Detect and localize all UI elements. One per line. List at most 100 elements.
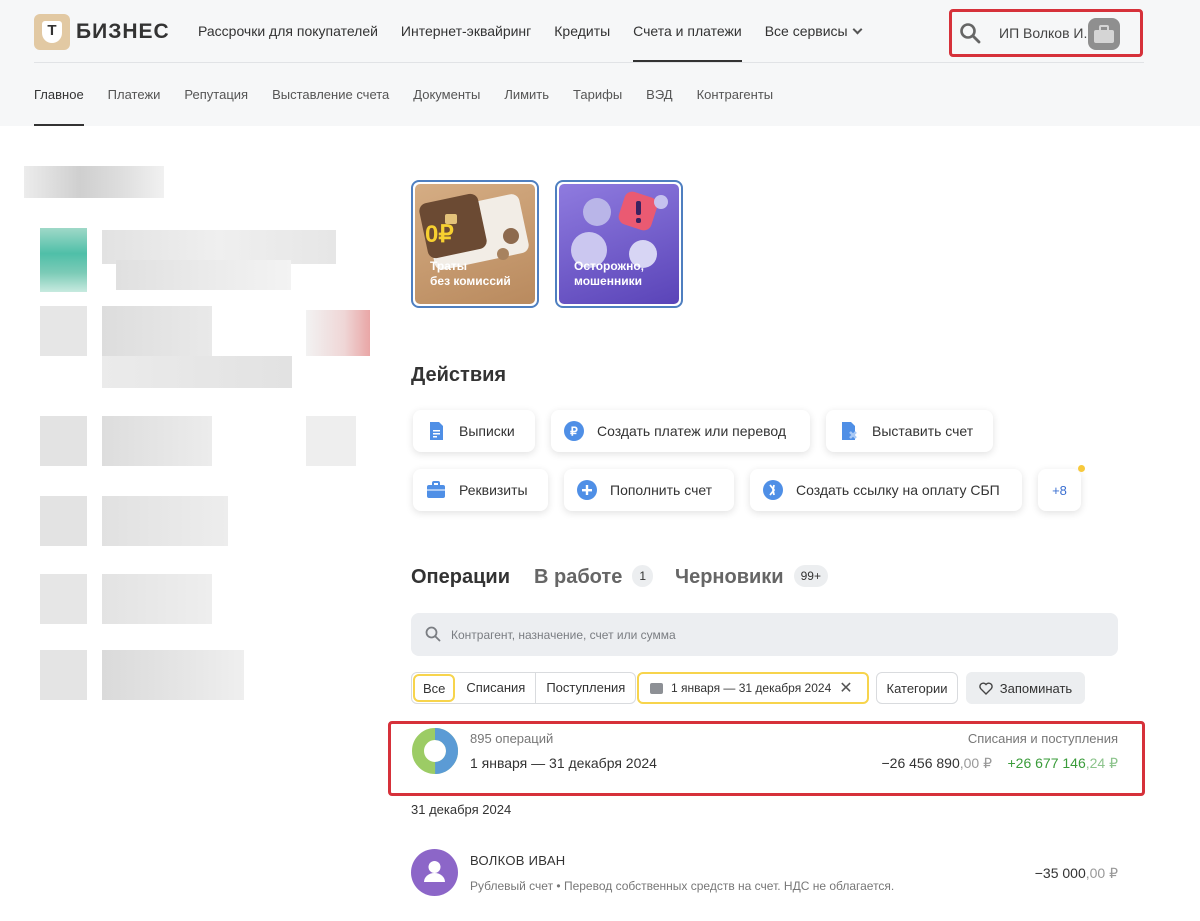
subnav-documents[interactable]: Документы	[413, 63, 480, 126]
operations-summary[interactable]: 895 операций 1 января — 31 декабря 2024 …	[388, 721, 1145, 796]
more-actions-button[interactable]: +8	[1038, 465, 1085, 511]
direction-filter: Все Списания Поступления	[411, 672, 637, 704]
operation-amount: −35 000,00 ₽	[1035, 865, 1118, 882]
filter-all[interactable]: Все	[413, 674, 456, 702]
subnav-main[interactable]: Главное	[34, 63, 84, 126]
topnav-credits[interactable]: Кредиты	[554, 0, 610, 62]
story-caption-line-1: Осторожно,	[574, 259, 644, 273]
topnav-all-services[interactable]: Все сервисы	[764, 0, 863, 62]
day-header: 31 декабря 2024	[411, 802, 512, 817]
story-card-no-commission[interactable]: 0₽ Траты без комиссий	[411, 180, 539, 308]
total-debits-cents: ,00 ₽	[959, 755, 992, 771]
subnav-counterparties[interactable]: Контрагенты	[697, 63, 774, 126]
summary-donut-chart	[412, 728, 458, 774]
search-input[interactable]	[451, 613, 1101, 656]
requisites-button[interactable]: Реквизиты	[413, 469, 548, 511]
create-payment-button[interactable]: ₽ Создать платеж или перевод	[551, 410, 810, 452]
search-icon[interactable]	[959, 22, 981, 44]
story-caption: Траты без комиссий	[430, 259, 511, 289]
story-caption-line-1: Траты	[430, 259, 468, 273]
briefcase-avatar-icon	[1094, 25, 1114, 43]
create-payment-label: Создать платеж или перевод	[597, 423, 787, 439]
requisites-label: Реквизиты	[459, 482, 528, 498]
top-navigation: Рассрочки для покупателей Интернет-эквай…	[198, 0, 863, 62]
sub-navigation: Главное Платежи Репутация Выставление сч…	[34, 63, 773, 126]
total-credits-cents: ,24 ₽	[1085, 755, 1118, 771]
total-credits: +26 677 146,24 ₽	[1007, 755, 1118, 772]
statements-label: Выписки	[459, 423, 515, 439]
svg-text:₽: ₽	[570, 425, 578, 439]
topnav-installments[interactable]: Рассрочки для покупателей	[198, 0, 378, 62]
issue-invoice-label: Выставить счет	[872, 423, 974, 439]
brand-logo[interactable]: T БИЗНЕС	[34, 14, 170, 50]
top-up-label: Пополнить счет	[610, 482, 713, 498]
actions-title: Действия	[411, 364, 507, 386]
operation-description: Рублевый счет • Перевод собственных сред…	[470, 879, 895, 893]
subnav-invoicing[interactable]: Выставление счета	[272, 63, 389, 126]
tab-operations[interactable]: Операции	[411, 566, 510, 589]
zero-ruble-badge: 0₽	[425, 221, 454, 248]
filter-debits[interactable]: Списания	[456, 673, 537, 703]
operations-search	[411, 613, 1118, 656]
summary-range: 1 января — 31 декабря 2024	[470, 755, 657, 771]
brand-name: БИЗНЕС	[76, 20, 170, 43]
subnav-ved[interactable]: ВЭД	[646, 63, 672, 126]
plus-icon	[577, 480, 597, 500]
total-credits-main: +26 677 146	[1007, 755, 1086, 771]
invoice-icon	[842, 422, 857, 440]
tab-in-progress[interactable]: В работе	[534, 566, 622, 589]
operations-count: 895 операций	[470, 731, 554, 746]
statements-button[interactable]: Выписки	[413, 410, 535, 452]
sbp-icon	[763, 480, 783, 500]
top-header: T БИЗНЕС Рассрочки для покупателей Интер…	[0, 0, 1200, 126]
filter-credits[interactable]: Поступления	[536, 673, 635, 703]
operation-amount-cents: ,00 ₽	[1085, 865, 1118, 881]
story-caption: Осторожно, мошенники	[574, 259, 644, 289]
close-icon[interactable]: ✕	[839, 678, 852, 698]
categories-button[interactable]: Категории	[876, 672, 958, 704]
sbp-link-button[interactable]: Создать ссылку на оплату СБП	[750, 469, 1022, 511]
tab-drafts[interactable]: Черновики	[675, 566, 784, 589]
operation-title: ВОЛКОВ ИВАН	[470, 853, 566, 868]
chevron-down-icon	[852, 24, 863, 35]
summary-label: Списания и поступления	[967, 731, 1118, 746]
issue-invoice-button[interactable]: Выставить счет	[826, 410, 993, 452]
topnav-all-services-label: Все сервисы	[764, 23, 848, 39]
avatar[interactable]	[1088, 18, 1120, 50]
subnav-tariffs[interactable]: Тарифы	[573, 63, 622, 126]
ruble-icon: ₽	[564, 421, 584, 441]
heart-icon	[979, 681, 993, 695]
document-icon	[430, 422, 443, 440]
remember-label: Запоминать	[999, 680, 1073, 696]
remember-button[interactable]: Запоминать	[966, 672, 1085, 704]
search-icon	[425, 626, 441, 642]
subnav-payments[interactable]: Платежи	[108, 63, 161, 126]
user-name[interactable]: ИП Волков И.	[999, 25, 1087, 41]
drafts-count-badge: 99+	[793, 564, 828, 587]
topnav-accounts-payments[interactable]: Счета и платежи	[633, 0, 742, 62]
user-area-highlight: ИП Волков И.	[949, 9, 1143, 57]
subnav-limit[interactable]: Лимить	[504, 63, 549, 126]
date-range-chip[interactable]: 1 января — 31 декабря 2024 ✕	[637, 672, 869, 704]
story-card-fraud[interactable]: Осторожно, мошенники	[555, 180, 683, 308]
logo-badge-icon: T	[34, 14, 70, 50]
more-actions-label: +8	[1052, 482, 1067, 498]
sbp-link-label: Создать ссылку на оплату СБП	[796, 482, 1000, 498]
operation-amount-main: −35 000	[1034, 865, 1086, 881]
top-up-button[interactable]: Пополнить счет	[564, 469, 734, 511]
total-debits: −26 456 890,00 ₽	[881, 755, 992, 772]
person-icon	[424, 861, 445, 882]
avatar	[411, 849, 458, 896]
story-caption-line-2: без комиссий	[430, 274, 511, 288]
notification-dot	[1078, 465, 1085, 472]
briefcase-icon	[427, 481, 445, 498]
logo-letter: T	[47, 22, 57, 39]
calendar-icon	[650, 682, 663, 694]
operations-tabs: Операции В работе 1 Черновики 99+	[411, 564, 850, 589]
blurred-sidebar	[24, 160, 384, 720]
total-debits-main: −26 456 890	[881, 755, 960, 771]
subnav-reputation[interactable]: Репутация	[184, 63, 248, 126]
topnav-acquiring[interactable]: Интернет-эквайринг	[401, 0, 531, 62]
story-caption-line-2: мошенники	[574, 274, 642, 288]
date-range-label: 1 января — 31 декабря 2024	[671, 681, 832, 695]
